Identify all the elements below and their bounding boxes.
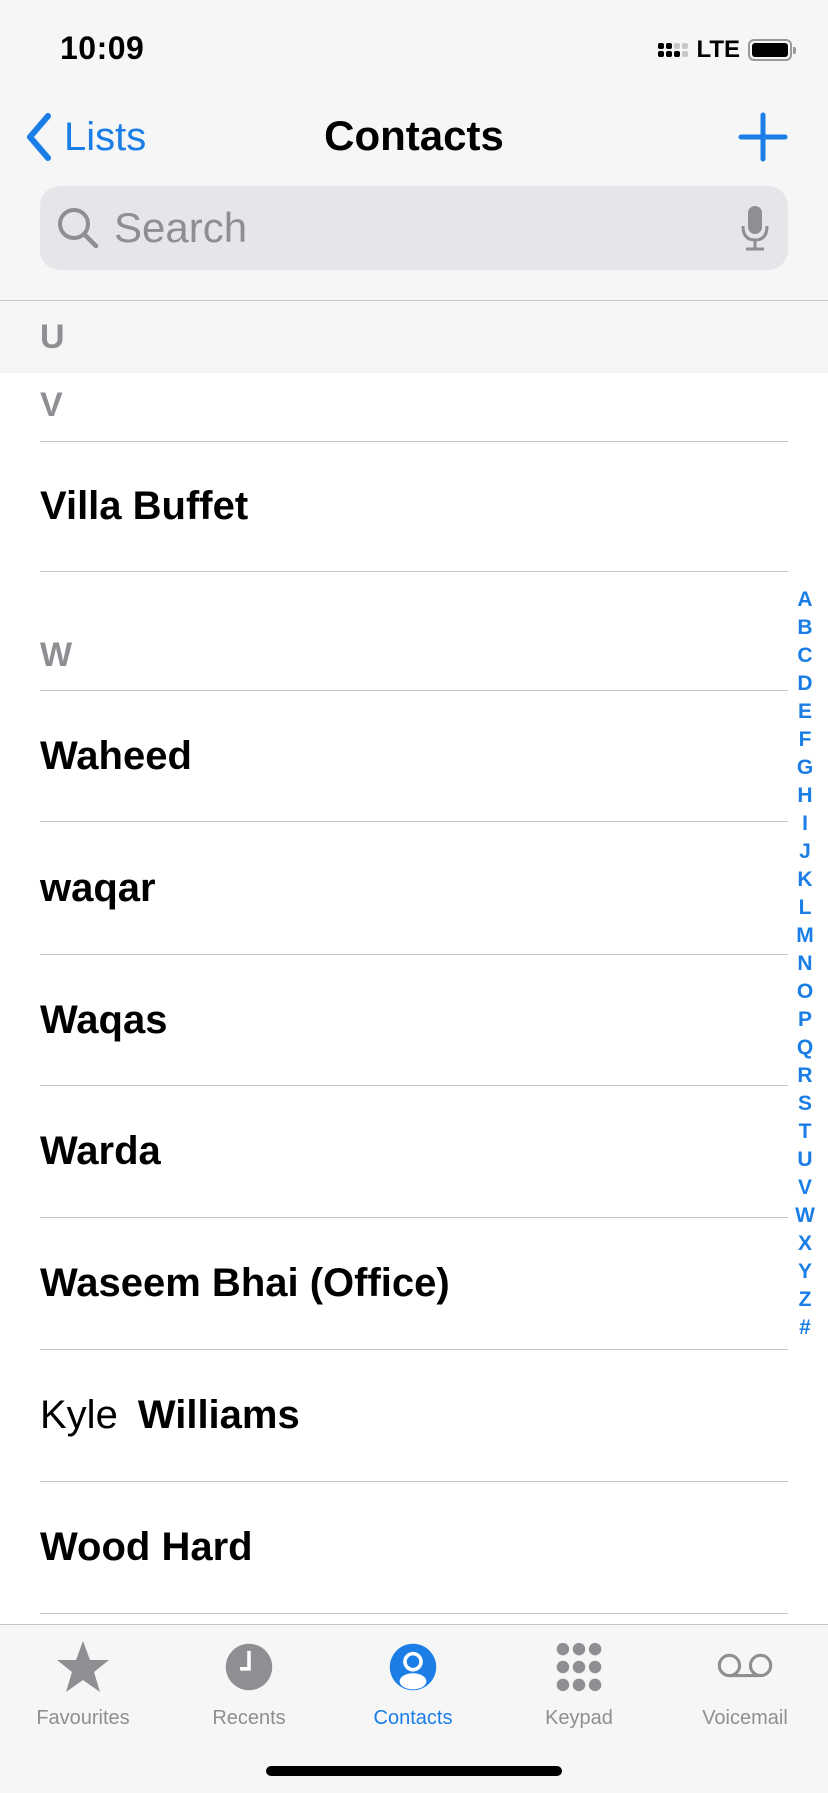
contact-last-name: Williams <box>137 1393 300 1437</box>
index-letter[interactable]: V <box>798 1174 812 1202</box>
index-letter[interactable]: E <box>798 698 812 726</box>
home-indicator[interactable] <box>266 1766 562 1776</box>
contact-name: Waseem Bhai (Office) <box>40 1261 450 1305</box>
index-letter[interactable]: K <box>797 866 812 894</box>
index-letter[interactable]: O <box>797 978 813 1006</box>
status-indicators: LTE <box>658 36 796 64</box>
search-input[interactable] <box>112 203 696 253</box>
search-bar[interactable] <box>40 186 788 270</box>
contact-name: Waqas <box>40 997 168 1042</box>
contact-row[interactable]: Waqas <box>40 955 788 1085</box>
contact-row[interactable]: Waseem Bhai (Office) <box>40 1218 788 1349</box>
tab-label: Contacts <box>373 1707 453 1729</box>
contact-row[interactable]: Villa Buffet <box>40 442 788 571</box>
section-letter: W <box>40 636 73 674</box>
section-letter: V <box>40 386 63 424</box>
clock-icon <box>225 1643 273 1691</box>
page-title: Contacts <box>324 112 504 159</box>
divider <box>40 1613 788 1614</box>
section-index[interactable]: A B C D E F G H I J K L M N O P Q R S T U V W X Y Z # <box>790 586 820 1342</box>
index-letter[interactable]: T <box>799 1118 812 1146</box>
contact-row[interactable]: waqar <box>40 822 788 954</box>
status-time: 10:09 <box>60 30 145 66</box>
contact-row[interactable]: Wood Hard <box>40 1482 788 1613</box>
index-letter[interactable]: G <box>797 754 813 782</box>
contact-name: Wood Hard <box>40 1525 253 1569</box>
plus-icon <box>738 112 788 162</box>
index-letter[interactable]: P <box>798 1006 812 1034</box>
section-header-u <box>0 301 828 373</box>
add-contact-button[interactable] <box>738 112 788 162</box>
contact-first-name: Kyle <box>40 1393 118 1437</box>
tab-voicemail[interactable]: Voicemail <box>662 1625 828 1745</box>
section-letter: U <box>40 318 65 356</box>
index-letter[interactable]: L <box>799 894 812 922</box>
index-letter[interactable]: U <box>797 1146 812 1174</box>
tab-label: Voicemail <box>702 1707 788 1729</box>
index-letter[interactable]: H <box>797 782 812 810</box>
search-icon <box>58 208 99 249</box>
index-letter[interactable]: A <box>797 586 812 614</box>
index-letter[interactable]: R <box>797 1062 812 1090</box>
contact-name: waqar <box>40 865 156 910</box>
contact-row[interactable]: Waheed <box>40 691 788 821</box>
microphone-icon[interactable] <box>740 206 770 252</box>
contact-name: Waheed <box>40 733 192 778</box>
index-letter[interactable]: S <box>798 1090 812 1118</box>
divider <box>40 571 788 572</box>
tab-keypad[interactable]: Keypad <box>496 1625 662 1745</box>
index-letter[interactable]: Q <box>797 1034 813 1062</box>
person-circle-icon <box>389 1643 437 1691</box>
index-letter[interactable]: N <box>797 950 812 978</box>
index-letter[interactable]: # <box>799 1314 811 1342</box>
contact-name: Warda <box>40 1129 161 1173</box>
tab-recents[interactable]: Recents <box>166 1625 332 1745</box>
index-letter[interactable]: C <box>797 642 812 670</box>
index-letter[interactable]: Y <box>798 1258 812 1286</box>
index-letter[interactable]: Z <box>799 1286 812 1314</box>
tab-favourites[interactable]: Favourites <box>0 1625 166 1745</box>
network-type: LTE <box>696 36 740 63</box>
index-letter[interactable]: J <box>799 838 811 866</box>
keypad-icon <box>556 1642 602 1692</box>
index-letter[interactable]: X <box>798 1230 812 1258</box>
tab-label: Recents <box>212 1707 286 1729</box>
index-letter[interactable]: B <box>797 614 812 642</box>
index-letter[interactable]: M <box>796 922 814 950</box>
index-letter[interactable]: D <box>797 670 812 698</box>
signal-icon <box>658 43 689 57</box>
star-icon <box>57 1641 109 1692</box>
contact-row[interactable]: Kyle Williams <box>40 1350 788 1481</box>
index-letter[interactable]: I <box>802 810 808 838</box>
tab-label: Keypad <box>545 1707 613 1729</box>
navigation-header: 10:09 LTE Lists Contacts <box>0 0 828 301</box>
index-letter[interactable]: W <box>795 1202 815 1230</box>
tab-label: Favourites <box>36 1707 130 1729</box>
contact-name: Villa Buffet <box>40 484 249 528</box>
voicemail-icon <box>717 1653 773 1678</box>
tab-contacts[interactable]: Contacts <box>330 1625 496 1745</box>
battery-full-icon <box>748 39 796 61</box>
contact-row[interactable]: Warda <box>40 1086 788 1217</box>
index-letter[interactable]: F <box>799 726 812 754</box>
